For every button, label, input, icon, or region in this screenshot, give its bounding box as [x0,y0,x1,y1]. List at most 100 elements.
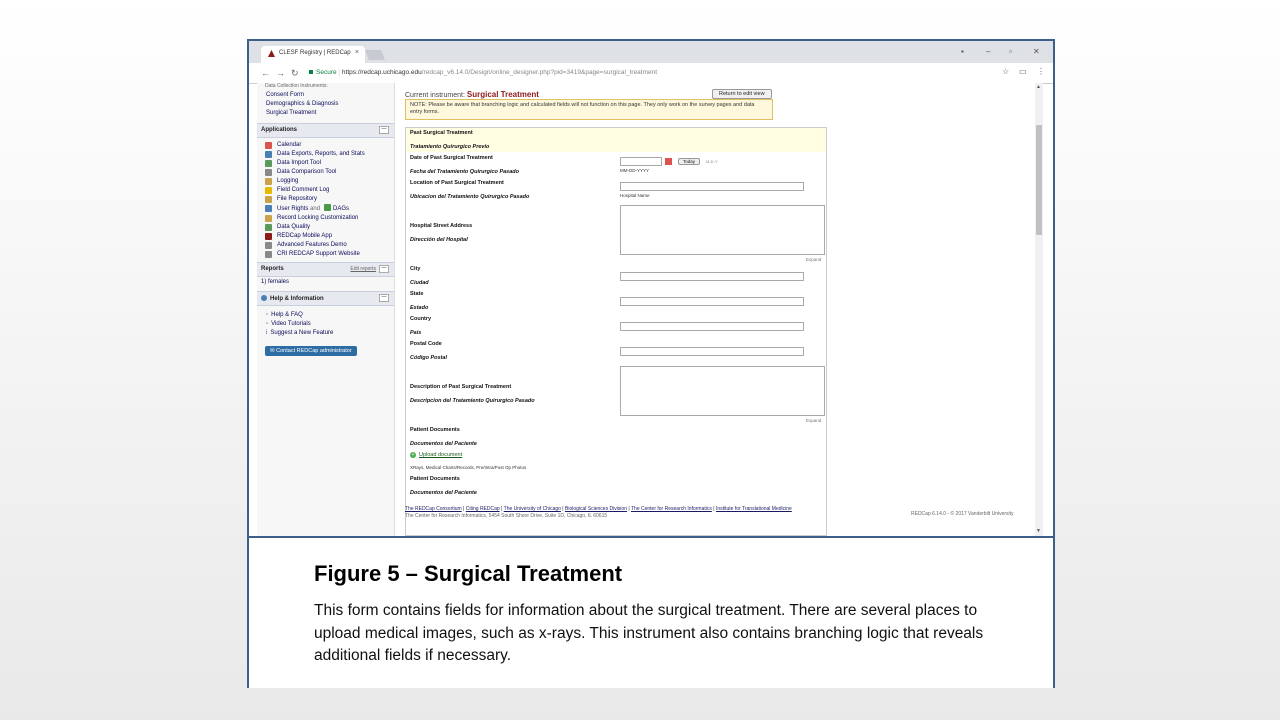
documents2-label-en: Patient Documents [410,476,460,482]
collapse-reports-button[interactable]: — [379,265,389,273]
app-item[interactable]: CRI REDCAP Support Website [257,250,394,259]
app-item[interactable]: Calendar [257,141,394,150]
country-input[interactable] [620,322,804,331]
url-field[interactable]: Secure | https://redcap.uchicago.edu/red… [305,66,1020,80]
contact-admin-button[interactable]: ✉ Contact REDCap administrator [265,346,357,356]
app-item[interactable]: User Rights and DAGs [257,204,394,214]
city-input[interactable] [620,272,804,281]
forward-icon[interactable]: → [276,68,285,78]
bullet-icon: ▫ [266,312,269,318]
footer-links: The REDCap Consortium | Citing REDCap | … [405,506,792,512]
edit-reports-link[interactable]: Edit reports [350,266,376,272]
report-item[interactable]: 1) females [257,278,394,287]
app-item[interactable]: Record Locking Customization [257,214,394,223]
suggest-feature-link[interactable]: i Suggest a New Feature [257,329,394,338]
description-textarea[interactable] [620,366,825,416]
extension-icon[interactable]: ▭ [1019,67,1027,76]
address-textarea[interactable] [620,205,825,255]
app-item[interactable]: Data Exports, Reports, and Stats [257,150,394,159]
help-icon [261,295,267,301]
description-label-es: Descripcion del Tratamiento Quirurgico P… [410,398,535,404]
app-item-label: Data Quality [277,224,311,230]
calendar-icon[interactable] [665,158,672,165]
video-tutorials-link[interactable]: ▫ Video Tutorials [257,320,394,329]
menu-kebab-icon[interactable]: ⋮ [1037,67,1045,76]
return-to-edit-button[interactable]: Return to edit view [712,89,772,99]
new-tab-button[interactable] [365,50,385,60]
collapse-applications-button[interactable]: — [379,126,389,134]
app-icon [265,178,272,185]
footer-link[interactable]: Institute for Translational Medicine [716,506,792,512]
today-button[interactable]: Today [678,158,701,165]
instrument-link[interactable]: Consent Form [257,91,394,100]
caption-title: Figure 5 – Surgical Treatment [314,561,623,586]
app-item[interactable]: Advanced Features Demo [257,241,394,250]
footer-link[interactable]: The REDCap Consortium [405,506,462,512]
restore-icon[interactable]: ▫ [1009,47,1012,56]
postal-label-en: Postal Code [410,341,442,347]
footer-link[interactable]: The University of Chicago [504,506,561,512]
tab-title: CLESF Registry | REDCap [279,50,351,56]
app-icon [265,205,272,212]
dags-icon [324,204,332,211]
footer-link[interactable]: Citing REDCap [466,506,500,512]
date-input[interactable] [620,157,662,166]
location-hint: Hospital Name [620,193,650,198]
user-icon[interactable]: ▪ [961,47,964,56]
help-faq-link[interactable]: ▫ Help & FAQ [257,311,394,320]
app-item[interactable]: Data Quality [257,223,394,232]
reload-icon[interactable]: ↻ [291,68,299,79]
instrument-link[interactable]: Surgical Treatment [257,109,394,118]
back-icon[interactable]: ← [261,68,270,78]
location-label-es: Ubicacion del Tratamiento Quirurgico Pas… [410,194,530,200]
tab-close-icon[interactable]: × [355,49,359,56]
upload-document-link[interactable]: + Upload document [410,452,462,458]
vertical-scrollbar[interactable]: ▲ ▼ [1035,83,1043,536]
app-item[interactable]: File Repository [257,195,394,204]
app-item[interactable]: Data Import Tool [257,159,394,168]
app-item[interactable]: Field Comment Log [257,186,394,195]
footer-link[interactable]: Biological Sciences Division [565,506,627,512]
scrollbar-thumb[interactable] [1036,125,1042,235]
app-item[interactable]: Logging [257,177,394,186]
location-input[interactable] [620,182,804,191]
description-label-en: Description of Past Surgical Treatment [410,384,512,390]
date-format-hint: M-D-Y [706,159,718,164]
address-label-en: Hospital Street Address [410,223,473,229]
expand-link[interactable]: Expand [806,418,821,423]
bookmark-star-icon[interactable]: ☆ [1002,67,1009,76]
app-item[interactable]: REDCap Mobile App [257,232,394,241]
minimize-icon[interactable]: – [986,47,990,56]
main-panel: Current instrument: Surgical Treatment R… [405,83,1043,536]
app-item-label: Data Import Tool [277,160,321,166]
dags-link[interactable]: DAGs [333,206,349,212]
state-input[interactable] [620,297,804,306]
close-window-icon[interactable]: ✕ [1033,47,1040,56]
collapse-help-button[interactable]: — [379,294,389,302]
browser-tab[interactable]: CLESF Registry | REDCap × [261,46,365,63]
url-path: /redcap_v6.14.0/Design/online_designer.p… [421,69,658,76]
instrument-link[interactable]: Demographics & Diagnosis [257,100,394,109]
survey-form: Past Surgical Treatment Tratamiento Quir… [405,127,827,536]
app-item-label: CRI REDCAP Support Website [277,251,360,257]
app-icon [265,196,272,203]
and-label: and [310,206,321,212]
app-item[interactable]: Data Comparison Tool [257,168,394,177]
help-header: Help & Information — [257,291,394,306]
postal-input[interactable] [620,347,804,356]
app-icon [265,169,272,176]
app-icon [265,233,272,240]
documents2-label-es: Documentos del Paciente [410,490,477,496]
city-label-es: Ciudad [410,280,429,286]
figure-caption: Figure 5 – Surgical Treatment This form … [249,536,1053,688]
footer-link[interactable]: The Center for Research Informatics [631,506,712,512]
expand-link[interactable]: Expand [806,257,821,262]
city-label-en: City [410,266,421,272]
section-title-es: Tratamiento Quirurgico Previo [410,144,490,150]
date-label-en: Date of Past Surgical Treatment [410,155,493,161]
scroll-down-icon[interactable]: ▼ [1036,528,1041,534]
sidebar: Data Collection Instruments: Consent For… [257,83,395,536]
app-icon [265,242,272,249]
country-label-en: Country [410,316,432,322]
scroll-up-icon[interactable]: ▲ [1036,84,1041,90]
